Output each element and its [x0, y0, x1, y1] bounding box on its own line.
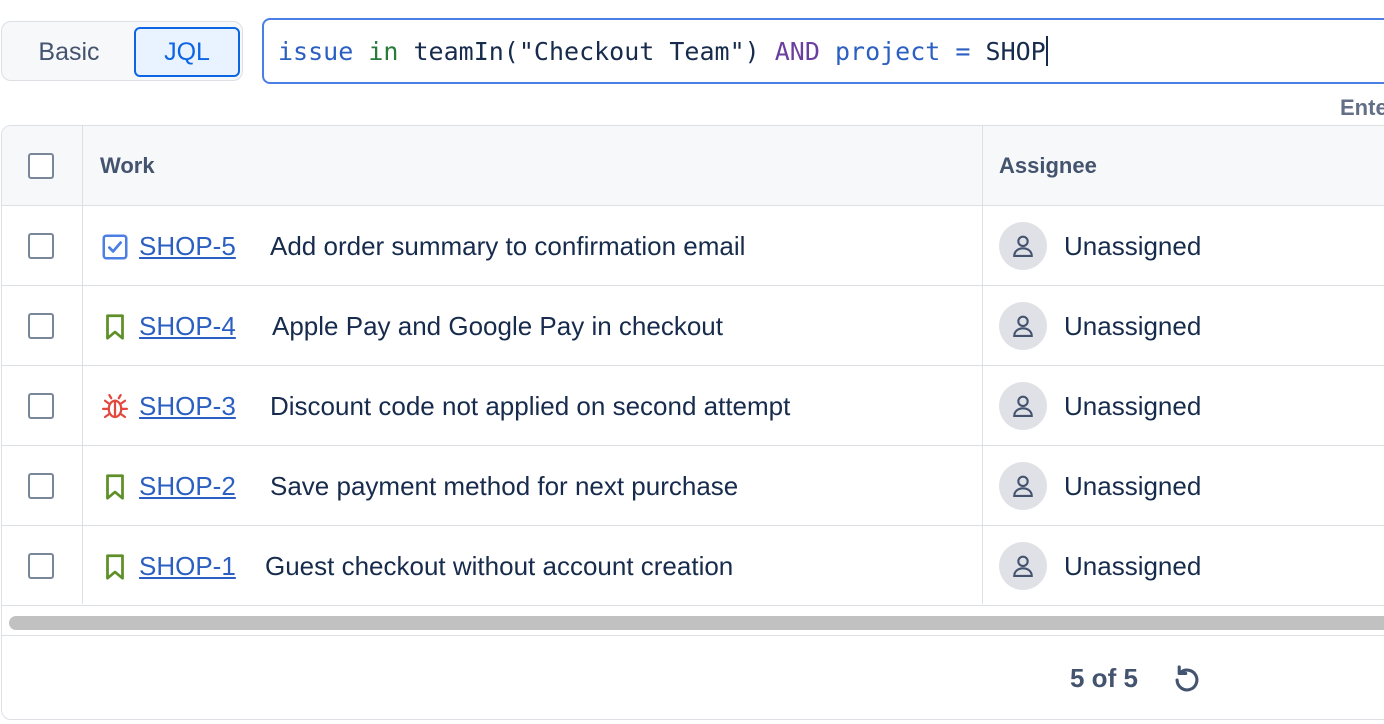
assignee-label[interactable]: Unassigned: [1064, 526, 1201, 606]
jql-token: project: [834, 36, 941, 66]
issue-key-link[interactable]: SHOP-4: [139, 286, 236, 366]
jql-token: AND: [774, 36, 820, 66]
assignee-label[interactable]: Unassigned: [1064, 286, 1201, 366]
row-checkbox[interactable]: [28, 473, 54, 499]
issue-summary[interactable]: Save payment method for next purchase: [270, 446, 738, 526]
result-count: 5 of 5: [1070, 662, 1138, 693]
column-header-work[interactable]: Work: [100, 126, 155, 206]
assignee-label[interactable]: Unassigned: [1064, 446, 1201, 526]
issue-summary[interactable]: Apple Pay and Google Pay in checkout: [272, 286, 723, 366]
divider: [2, 635, 1384, 636]
user-avatar-icon[interactable]: [999, 222, 1047, 270]
issue-key-link[interactable]: SHOP-5: [139, 206, 236, 286]
issue-key-link[interactable]: SHOP-3: [139, 366, 236, 446]
jql-token: [760, 37, 775, 66]
basic-mode-button[interactable]: Basic: [14, 27, 124, 77]
search-mode-toggle: Basic JQL: [1, 21, 243, 81]
story-icon: [100, 552, 130, 582]
row-checkbox[interactable]: [28, 393, 54, 419]
user-avatar-icon[interactable]: [999, 302, 1047, 350]
horizontal-scrollbar[interactable]: [9, 616, 1384, 630]
jql-query-input[interactable]: issue in teamIn("Checkout Team") AND pro…: [262, 18, 1384, 84]
table-row[interactable]: SHOP-4 Apple Pay and Google Pay in check…: [2, 286, 1384, 366]
issue-key-link[interactable]: SHOP-2: [139, 446, 236, 526]
jql-token: [970, 37, 985, 66]
issue-summary[interactable]: Guest checkout without account creation: [265, 526, 733, 606]
table-row[interactable]: SHOP-1 Guest checkout without account cr…: [2, 526, 1384, 606]
user-avatar-icon[interactable]: [999, 382, 1047, 430]
assignee-label[interactable]: Unassigned: [1064, 206, 1201, 286]
jql-token: =: [955, 36, 971, 66]
jql-mode-button[interactable]: JQL: [134, 27, 240, 77]
issue-summary[interactable]: Add order summary to confirmation email: [270, 206, 745, 286]
jql-token: [820, 37, 835, 66]
jql-token: [398, 37, 413, 66]
select-all-checkbox[interactable]: [28, 153, 54, 179]
column-divider: [82, 126, 83, 604]
issue-summary[interactable]: Discount code not applied on second atte…: [270, 366, 790, 446]
jql-hint-text: Ente: [1340, 95, 1384, 120]
work-items-table: Work Assignee SHOP-5 Add order summary t…: [1, 125, 1384, 720]
jql-token: in: [368, 36, 399, 66]
table-row[interactable]: SHOP-5 Add order summary to confirmation…: [2, 206, 1384, 286]
user-avatar-icon[interactable]: [999, 542, 1047, 590]
column-header-assignee[interactable]: Assignee: [999, 126, 1097, 206]
issue-key-link[interactable]: SHOP-1: [139, 526, 236, 606]
story-icon: [100, 472, 130, 502]
bug-icon: [100, 392, 130, 422]
jql-token: issue: [278, 36, 354, 66]
jql-token: teamIn("Checkout Team"): [413, 36, 760, 66]
jql-token: [353, 37, 368, 66]
table-header-row: Work Assignee: [2, 126, 1384, 206]
table-row[interactable]: SHOP-2 Save payment method for next purc…: [2, 446, 1384, 526]
assignee-label[interactable]: Unassigned: [1064, 366, 1201, 446]
story-icon: [100, 312, 130, 342]
jql-token: SHOP: [985, 36, 1046, 66]
refresh-icon[interactable]: [1170, 663, 1204, 697]
row-checkbox[interactable]: [28, 233, 54, 259]
text-caret: [1045, 36, 1048, 66]
task-icon: [100, 232, 130, 262]
row-checkbox[interactable]: [28, 313, 54, 339]
jql-token: [940, 37, 955, 66]
column-divider: [982, 126, 983, 604]
row-checkbox[interactable]: [28, 553, 54, 579]
user-avatar-icon[interactable]: [999, 462, 1047, 510]
table-row[interactable]: SHOP-3 Discount code not applied on seco…: [2, 366, 1384, 446]
